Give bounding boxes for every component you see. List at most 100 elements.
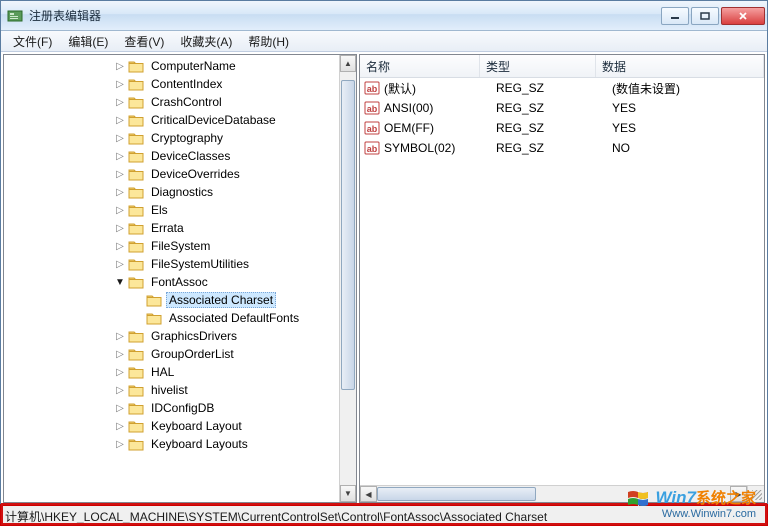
tree-item-fontassoc[interactable]: ▼FontAssoc: [4, 273, 356, 291]
value-data: YES: [612, 121, 764, 135]
tree-label: GroupOrderList: [148, 346, 237, 362]
expander-closed-icon[interactable]: ▷: [112, 130, 128, 146]
expander-closed-icon[interactable]: ▷: [112, 202, 128, 218]
tree-item[interactable]: ▷ DeviceOverrides: [4, 165, 356, 183]
scroll-thumb[interactable]: [341, 80, 355, 390]
reg-string-icon: ab: [364, 140, 380, 156]
tree-item[interactable]: ▷Cryptography: [4, 129, 356, 147]
expander-open-icon[interactable]: ▼: [112, 274, 128, 290]
tree-item[interactable]: ▷ Keyboard Layout: [4, 417, 356, 435]
tree-item[interactable]: ▷ Keyboard Layouts: [4, 435, 356, 453]
window-title: 注册表编辑器: [29, 7, 661, 24]
tree-label: ContentIndex: [148, 76, 225, 92]
tree-label: CriticalDeviceDatabase: [148, 112, 279, 128]
tree-label: Keyboard Layout: [148, 418, 245, 434]
tree-item-fontassoc-child[interactable]: Associated Charset: [4, 291, 356, 309]
reg-string-icon: ab: [364, 100, 380, 116]
scroll-track[interactable]: [340, 72, 356, 485]
expander-closed-icon[interactable]: ▷: [112, 382, 128, 398]
expander-closed-icon[interactable]: ▷: [112, 184, 128, 200]
expander-closed-icon[interactable]: ▷: [112, 220, 128, 236]
close-button[interactable]: [721, 7, 765, 25]
tree-item[interactable]: ▷ FileSystem: [4, 237, 356, 255]
scroll-up-arrow-icon[interactable]: ▲: [340, 55, 356, 72]
expander-closed-icon[interactable]: ▷: [112, 364, 128, 380]
menu-file[interactable]: 文件(F): [5, 31, 60, 52]
expander-closed-icon[interactable]: ▷: [112, 346, 128, 362]
scroll-down-arrow-icon[interactable]: ▼: [340, 485, 356, 502]
value-name: ANSI(00): [384, 101, 496, 115]
expander-closed-icon[interactable]: ▷: [112, 238, 128, 254]
expander-closed-icon[interactable]: ▷: [112, 112, 128, 128]
list-hscrollbar[interactable]: ◀ ▶: [360, 485, 747, 502]
tree-item[interactable]: ▷ DeviceClasses: [4, 147, 356, 165]
tree-item[interactable]: ▷ IDConfigDB: [4, 399, 356, 417]
value-row[interactable]: abOEM(FF)REG_SZYES: [360, 118, 764, 138]
expander-closed-icon[interactable]: ▷: [112, 256, 128, 272]
column-type[interactable]: 类型: [480, 55, 596, 77]
tree-label: DeviceClasses: [148, 148, 233, 164]
value-data: YES: [612, 101, 764, 115]
menu-help[interactable]: 帮助(H): [240, 31, 297, 52]
column-name[interactable]: 名称: [360, 55, 480, 77]
hscroll-thumb[interactable]: [377, 487, 536, 501]
value-row[interactable]: abANSI(00)REG_SZYES: [360, 98, 764, 118]
resize-grip-icon[interactable]: [747, 485, 764, 502]
minimize-button[interactable]: [661, 7, 689, 25]
tree-item[interactable]: ▷ GraphicsDrivers: [4, 327, 356, 345]
expander-closed-icon[interactable]: ▷: [112, 400, 128, 416]
tree-label: DeviceOverrides: [148, 166, 243, 182]
value-name: OEM(FF): [384, 121, 496, 135]
tree-item[interactable]: ▷ ContentIndex: [4, 75, 356, 93]
tree-label: GraphicsDrivers: [148, 328, 240, 344]
menu-view[interactable]: 查看(V): [116, 31, 172, 52]
scroll-left-arrow-icon[interactable]: ◀: [360, 486, 377, 502]
titlebar[interactable]: 注册表编辑器: [1, 1, 767, 31]
tree-vscrollbar[interactable]: ▲ ▼: [339, 55, 356, 502]
column-data[interactable]: 数据: [596, 55, 764, 77]
app-icon: [7, 8, 23, 24]
expander-closed-icon[interactable]: ▷: [112, 436, 128, 452]
value-row[interactable]: abSYMBOL(02)REG_SZNO: [360, 138, 764, 158]
expander-closed-icon[interactable]: ▷: [112, 76, 128, 92]
value-data: (数值未设置): [612, 80, 764, 97]
expander-closed-icon[interactable]: ▷: [112, 166, 128, 182]
expander-closed-icon[interactable]: ▷: [112, 148, 128, 164]
tree-label: Associated Charset: [166, 292, 276, 308]
window-buttons: [661, 7, 765, 25]
tree-label: IDConfigDB: [148, 400, 217, 416]
value-row[interactable]: ab(默认)REG_SZ(数值未设置): [360, 78, 764, 98]
tree-item[interactable]: ▷ CrashControl: [4, 93, 356, 111]
tree-scroll[interactable]: ▷ComputerName▷ContentIndex▷CrashControl▷…: [4, 55, 356, 502]
tree-item-fontassoc-child[interactable]: Associated DefaultFonts: [4, 309, 356, 327]
reg-string-icon: ab: [364, 80, 380, 96]
statusbar: 计算机\HKEY_LOCAL_MACHINE\SYSTEM\CurrentCon…: [1, 505, 767, 525]
tree-item[interactable]: ▷HAL: [4, 363, 356, 381]
value-name: SYMBOL(02): [384, 141, 496, 155]
expander-closed-icon[interactable]: ▷: [112, 328, 128, 344]
tree-item[interactable]: ▷ComputerName: [4, 57, 356, 75]
value-name: (默认): [384, 80, 496, 97]
tree-item[interactable]: ▷hivelist: [4, 381, 356, 399]
tree-item[interactable]: ▷Els: [4, 201, 356, 219]
hscroll-track[interactable]: [377, 486, 730, 502]
tree-item[interactable]: ▷ CriticalDeviceDatabase: [4, 111, 356, 129]
tree-item[interactable]: ▷ Diagnostics: [4, 183, 356, 201]
expander-closed-icon[interactable]: ▷: [112, 418, 128, 434]
tree-item[interactable]: ▷Errata: [4, 219, 356, 237]
menu-edit[interactable]: 编辑(E): [60, 31, 116, 52]
menu-favorites[interactable]: 收藏夹(A): [172, 31, 240, 52]
expander-closed-icon[interactable]: ▷: [112, 94, 128, 110]
tree-label: Diagnostics: [148, 184, 216, 200]
expander-closed-icon[interactable]: ▷: [112, 58, 128, 74]
tree-item[interactable]: ▷ GroupOrderList: [4, 345, 356, 363]
value-type: REG_SZ: [496, 121, 612, 135]
values-panel: 名称 类型 数据 ab(默认)REG_SZ(数值未设置)abANSI(00)RE…: [359, 54, 765, 503]
maximize-button[interactable]: [691, 7, 719, 25]
scroll-right-arrow-icon[interactable]: ▶: [730, 486, 747, 502]
tree-label: FileSystem: [148, 238, 213, 254]
tree-label: Keyboard Layouts: [148, 436, 251, 452]
tree-item[interactable]: ▷FileSystemUtilities: [4, 255, 356, 273]
list-header: 名称 类型 数据: [360, 55, 764, 78]
tree-label: CrashControl: [148, 94, 225, 110]
